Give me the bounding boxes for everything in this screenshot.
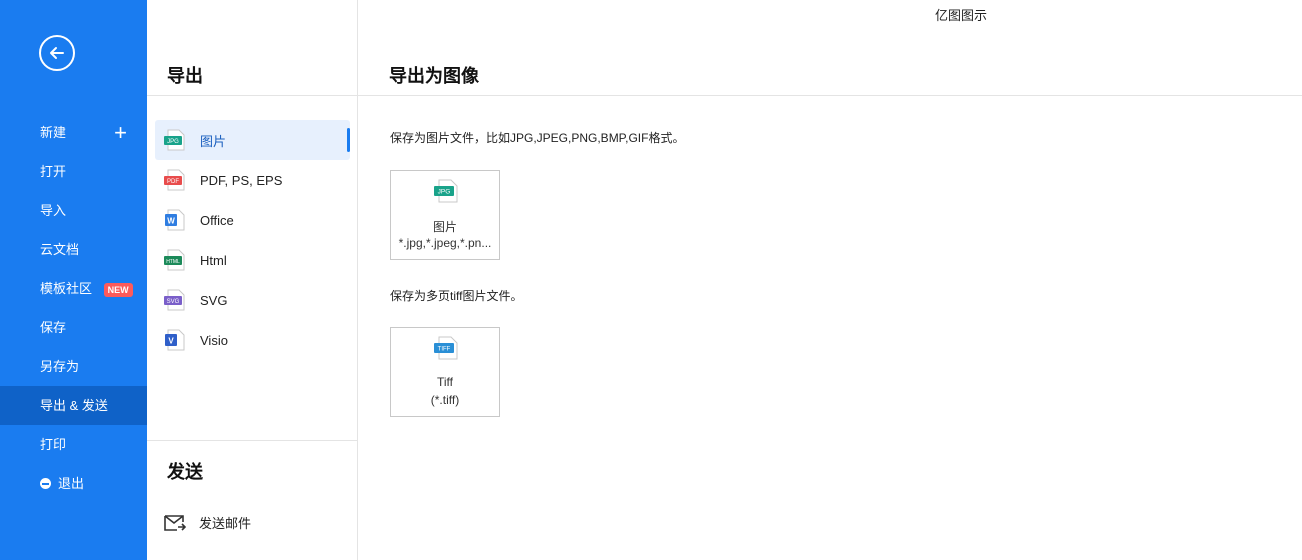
card-extensions: (*.tiff): [430, 393, 460, 407]
sidebar-item-new[interactable]: 新建 +: [0, 113, 147, 152]
sidebar-item-label: 新建: [40, 125, 67, 140]
format-item-label: Visio: [200, 332, 228, 348]
word-file-icon: W: [165, 209, 185, 231]
sidebar-item-save[interactable]: 保存: [0, 308, 147, 347]
divider: [147, 95, 358, 96]
minus-circle-icon: [40, 478, 51, 489]
format-item-label: 图片: [200, 133, 227, 149]
html-file-icon: HTML: [164, 249, 185, 271]
format-item-label: Html: [200, 252, 227, 268]
format-item-html[interactable]: HTML Html: [155, 240, 350, 280]
mail-send-icon: [164, 514, 186, 531]
export-send-panel: 导出 JPG 图片 PDF PDF, PS, EPS W Office HTML…: [147, 0, 358, 560]
sidebar-item-open[interactable]: 打开: [0, 152, 147, 191]
sidebar-item-print[interactable]: 打印: [0, 425, 147, 464]
pdf-file-icon: PDF: [164, 169, 185, 191]
sidebar-item-label: 模板社区: [40, 281, 93, 296]
sidebar-item-save-as[interactable]: 另存为: [0, 347, 147, 386]
sidebar-item-label: 导入: [40, 203, 67, 218]
send-email-item[interactable]: 发送邮件: [164, 513, 251, 532]
format-item-visio[interactable]: V Visio: [155, 320, 350, 360]
sidebar-item-label: 导出 & 发送: [40, 398, 108, 413]
svg-text:JPG: JPG: [438, 189, 451, 196]
format-item-svg[interactable]: SVG SVG: [155, 280, 350, 320]
visio-file-icon: V: [165, 329, 185, 351]
format-item-label: SVG: [200, 292, 228, 308]
divider: [147, 440, 358, 441]
jpg-file-icon: JPG: [434, 179, 458, 203]
format-item-label: Office: [200, 212, 234, 228]
svg-file-icon: SVG: [164, 289, 185, 311]
sidebar-item-export-send[interactable]: 导出 & 发送: [0, 386, 147, 425]
svg-text:PDF: PDF: [167, 179, 179, 185]
svg-text:TIFF: TIFF: [438, 347, 451, 353]
sidebar-item-label: 打印: [40, 437, 67, 452]
export-format-list: JPG 图片 PDF PDF, PS, EPS W Office HTML Ht…: [155, 120, 350, 360]
svg-text:W: W: [167, 217, 175, 226]
sidebar: 新建 + 打开 导入 云文档 模板社区 NEW 保存 另存为 导出 & 发送 打…: [0, 0, 147, 560]
sidebar-item-label: 另存为: [40, 359, 80, 374]
export-heading: 导出: [167, 66, 203, 86]
tiff-file-icon: TIFF: [434, 336, 458, 360]
format-item-pdf[interactable]: PDF PDF, PS, EPS: [155, 160, 350, 200]
sidebar-item-template-community[interactable]: 模板社区 NEW: [0, 269, 147, 308]
format-item-office[interactable]: W Office: [155, 200, 350, 240]
export-tiff-card[interactable]: TIFF Tiff (*.tiff): [390, 327, 500, 417]
tiff-section-description: 保存为多页tiff图片文件。: [390, 289, 523, 303]
back-button[interactable]: [39, 35, 75, 71]
app-title: 亿图图示: [935, 8, 988, 23]
jpg-file-icon: JPG: [164, 129, 185, 151]
svg-text:SVG: SVG: [167, 299, 180, 305]
format-item-label: PDF, PS, EPS: [200, 172, 283, 188]
plus-icon: +: [114, 120, 127, 145]
sidebar-nav: 新建 + 打开 导入 云文档 模板社区 NEW 保存 另存为 导出 & 发送 打…: [0, 113, 147, 503]
arrow-left-icon: [50, 47, 64, 59]
card-title: 图片: [432, 220, 457, 234]
sidebar-item-label: 保存: [40, 320, 67, 335]
svg-text:JPG: JPG: [167, 139, 179, 145]
sidebar-item-label: 退出: [58, 476, 85, 491]
svg-text:HTML: HTML: [166, 259, 180, 265]
card-extensions: *.jpg,*.jpeg,*.pn...: [398, 236, 492, 250]
sidebar-item-exit[interactable]: 退出: [0, 464, 147, 503]
format-item-image[interactable]: JPG 图片: [155, 120, 350, 160]
page-title: 导出为图像: [389, 66, 479, 86]
send-heading: 发送: [167, 462, 203, 482]
new-badge: NEW: [103, 282, 133, 297]
sidebar-item-label: 云文档: [40, 242, 80, 257]
sidebar-item-import[interactable]: 导入: [0, 191, 147, 230]
svg-text:V: V: [168, 337, 174, 346]
divider: [358, 95, 1302, 96]
send-email-label: 发送邮件: [199, 516, 252, 531]
sidebar-item-label: 打开: [40, 164, 67, 179]
card-title: Tiff: [436, 375, 453, 389]
sidebar-item-cloud-docs[interactable]: 云文档: [0, 230, 147, 269]
image-section-description: 保存为图片文件，比如JPG,JPEG,PNG,BMP,GIF格式。: [390, 131, 685, 145]
export-image-card[interactable]: JPG 图片 *.jpg,*.jpeg,*.pn...: [390, 170, 500, 260]
